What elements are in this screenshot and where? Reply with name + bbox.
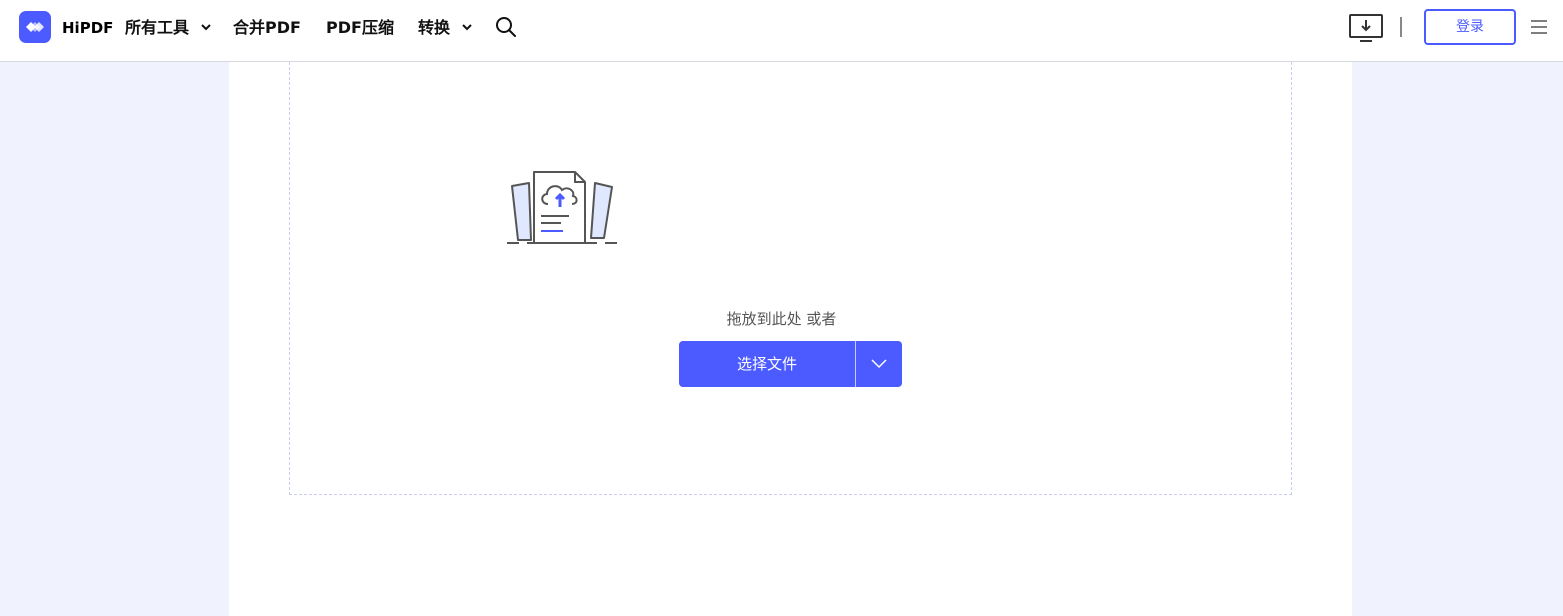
desktop-download-icon[interactable]	[1348, 13, 1384, 43]
nav-compress-pdf-label: PDF压缩	[326, 18, 394, 37]
login-button[interactable]: 登录	[1424, 9, 1516, 45]
drop-hint-text: 拖放到此处 或者	[726, 310, 837, 328]
header-divider	[1400, 17, 1402, 37]
choose-file-split-button: 选择文件	[679, 341, 902, 387]
nav-all-tools[interactable]: 所有工具	[125, 17, 211, 39]
nav-convert-label: 转换	[418, 18, 451, 37]
main-panel	[229, 62, 1352, 616]
nav-merge-pdf-label: 合并PDF	[233, 18, 301, 37]
nav-merge-pdf[interactable]: 合并PDF	[233, 17, 301, 39]
file-drop-zone[interactable]	[289, 62, 1292, 495]
brand-name[interactable]: HiPDF	[62, 18, 113, 38]
choose-file-button[interactable]: 选择文件	[679, 341, 855, 387]
top-navigation-bar: HiPDF 所有工具 合并PDF PDF压缩 转换 登录	[0, 0, 1563, 62]
nav-compress-pdf[interactable]: PDF压缩	[326, 17, 394, 39]
nav-all-tools-label: 所有工具	[125, 18, 190, 37]
chevron-down-icon	[461, 23, 472, 30]
hipdf-logo-icon[interactable]	[19, 11, 51, 43]
upload-source-dropdown-button[interactable]	[856, 341, 902, 387]
chevron-down-icon	[871, 359, 887, 369]
cloud-upload-document-icon	[507, 171, 617, 244]
nav-convert[interactable]: 转换	[418, 17, 472, 39]
search-icon[interactable]	[495, 16, 517, 38]
chevron-down-icon	[200, 23, 211, 30]
hamburger-menu-icon[interactable]	[1530, 19, 1548, 35]
